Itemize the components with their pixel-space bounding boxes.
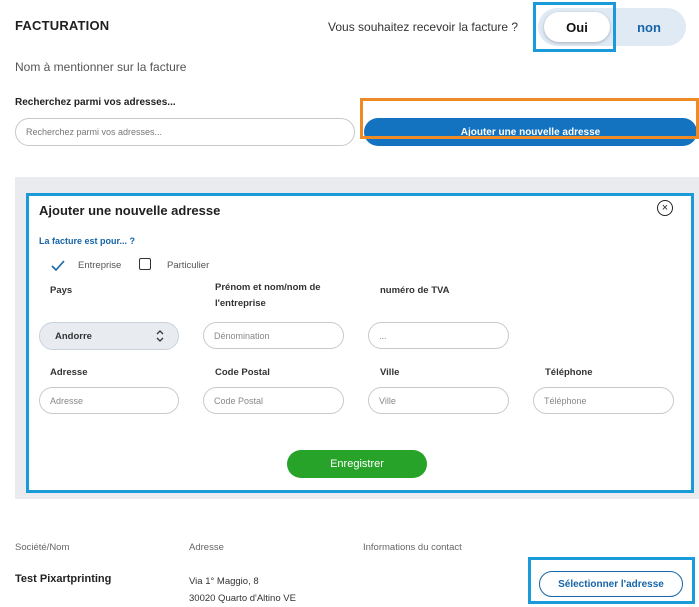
column-header-address: Adresse (189, 542, 224, 553)
address-label: Adresse (50, 367, 88, 378)
city-input[interactable] (368, 387, 509, 414)
address-row-address: Via 1° Maggio, 8 30020 Quarto d'Altino V… (189, 573, 296, 607)
highlight-select-frame (528, 557, 695, 604)
country-select[interactable]: Andorre (39, 322, 179, 350)
column-header-name: Société/Nom (15, 542, 70, 553)
city-label: Ville (380, 367, 400, 378)
country-label: Pays (50, 285, 73, 296)
column-header-contact: Informations du contact (363, 542, 462, 553)
address-row-name: Test Pixartprinting (15, 573, 112, 585)
postal-code-input[interactable] (203, 387, 344, 414)
company-name-input[interactable] (203, 322, 344, 349)
check-icon[interactable] (51, 259, 65, 273)
address-line-1: Via 1° Maggio, 8 (189, 576, 259, 587)
phone-input[interactable] (533, 387, 674, 414)
address-search-input[interactable] (15, 118, 355, 146)
highlight-yes-frame (533, 2, 616, 52)
country-value: Andorre (55, 330, 92, 342)
invoice-question: Vous souhaitez recevoir la facture ? (328, 20, 519, 34)
search-label: Recherchez parmi vos adresses... (15, 97, 176, 108)
vat-label: numéro de TVA (380, 285, 450, 296)
option-private[interactable]: Particulier (167, 260, 209, 271)
name-on-invoice-label: Nom à mentionner sur la facture (15, 60, 187, 74)
save-button[interactable]: Enregistrer (287, 450, 427, 478)
form-title: Ajouter une nouvelle adresse (39, 203, 221, 218)
address-input[interactable] (39, 387, 179, 414)
invoice-no-button[interactable]: non (616, 12, 682, 42)
option-company[interactable]: Entreprise (78, 260, 121, 271)
invoice-for-label: La facture est pour... ? (39, 236, 136, 246)
postal-label: Code Postal (215, 367, 270, 378)
checkbox-icon[interactable] (139, 258, 151, 270)
name-label: Prénom et nom/nom de l'entreprise (215, 282, 321, 309)
address-line-2: 30020 Quarto d'Altino VE (189, 593, 296, 604)
highlight-add-frame (360, 98, 699, 139)
sort-chevron-icon (156, 330, 164, 342)
vat-input[interactable] (368, 322, 509, 349)
close-icon[interactable]: × (657, 200, 673, 216)
phone-label: Téléphone (545, 367, 593, 378)
billing-title: FACTURATION (15, 18, 110, 33)
